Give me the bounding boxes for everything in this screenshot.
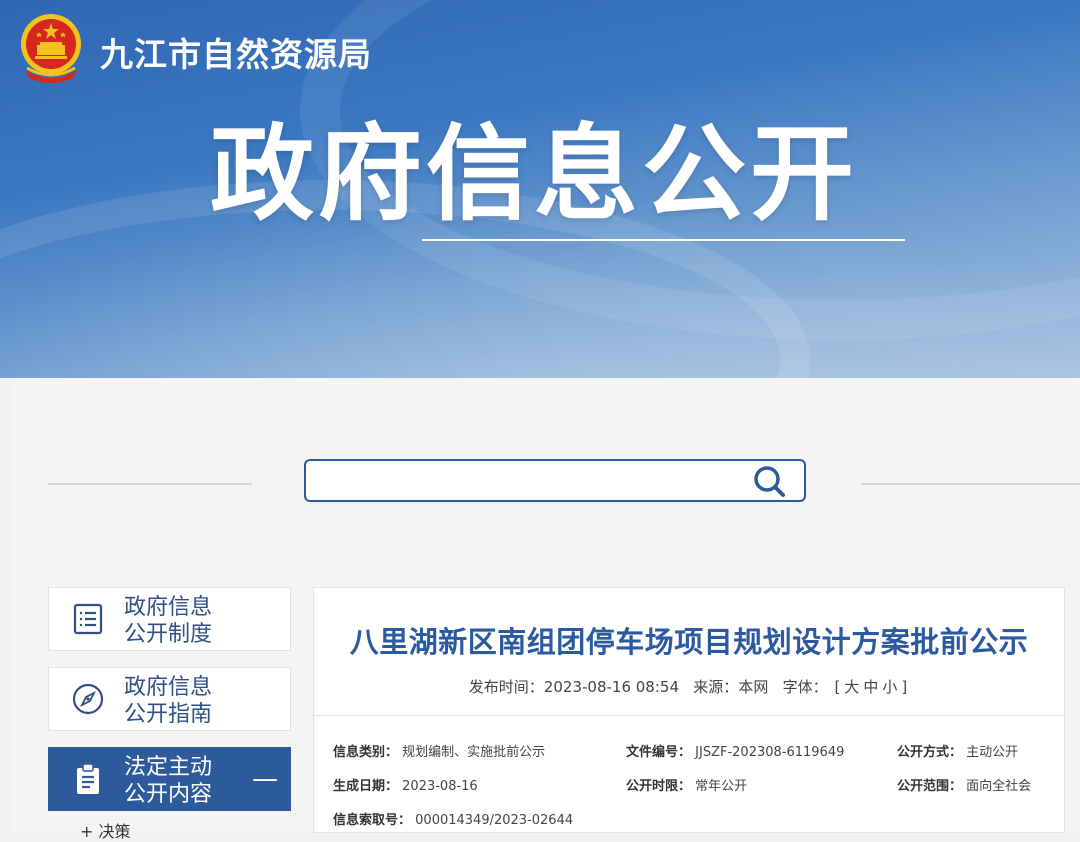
clipboard-icon <box>77 763 99 794</box>
sidebar-item-label: 政府信息 公开制度 <box>124 595 213 647</box>
sidebar-item-label: 政府信息 公开指南 <box>124 675 213 727</box>
article-panel: 八里湖新区南组团停车场项目规划设计方案批前公示 发布时间：2023-08-16 … <box>313 587 1065 833</box>
divider-right <box>861 483 1080 485</box>
collapse-toggle[interactable]: — <box>252 764 278 794</box>
compass-icon <box>72 683 104 715</box>
national-emblem-icon <box>21 14 81 83</box>
font-label: 字体： <box>782 678 828 696</box>
font-small-button[interactable]: 小 <box>882 678 897 696</box>
info-period: 公开时限： 常年公开 <box>626 779 748 794</box>
sidebar-item-statutory-content[interactable]: 法定主动 公开内容 — <box>48 747 291 811</box>
source-value: 本网 <box>738 678 769 696</box>
hero-title: 政府信息公开 <box>210 113 859 235</box>
sidebar-item-disclosure-system[interactable]: 政府信息 公开制度 <box>48 587 291 651</box>
divider-left <box>48 483 252 485</box>
site-title[interactable]: 九江市自然资源局 <box>100 28 372 76</box>
search-icon[interactable] <box>749 462 789 500</box>
info-category: 信息类别： 规划编制、实施批前公示 <box>333 745 546 760</box>
article-title: 八里湖新区南组团停车场项目规划设计方案批前公示 <box>349 625 1029 659</box>
hero-underline <box>422 239 905 241</box>
source-label: 来源： <box>693 678 739 696</box>
sidebar-item-label: 法定主动 公开内容 <box>124 755 213 807</box>
publish-time: 2023-08-16 08:54 <box>543 678 679 696</box>
info-doc-no: 文件编号： JJSZF-202308-6119649 <box>626 745 845 760</box>
article-meta: 发布时间：2023-08-16 08:54 来源：本网 字体： [大中小] <box>314 676 1064 697</box>
article-divider <box>314 715 1064 716</box>
info-index: 信息索取号： 000014349/2023-02644 <box>333 813 574 828</box>
search-box <box>304 459 806 502</box>
info-scope: 公开范围： 面向全社会 <box>897 779 1032 794</box>
font-large-button[interactable]: 大 <box>844 678 859 696</box>
search-input[interactable] <box>316 467 740 497</box>
sidebar-subitem-decision[interactable]: + 决策 <box>80 818 131 842</box>
sidebar-item-disclosure-guide[interactable]: 政府信息 公开指南 <box>48 667 291 731</box>
header-banner: 九江市自然资源局 政府信息公开 <box>0 0 1080 378</box>
list-icon <box>73 603 103 635</box>
font-bracket-open: [ <box>834 678 841 696</box>
font-bracket-close: ] <box>901 678 908 696</box>
publish-label: 发布时间： <box>468 678 544 696</box>
info-date: 生成日期： 2023-08-16 <box>333 779 478 794</box>
info-method: 公开方式： 主动公开 <box>897 745 1019 760</box>
font-medium-button[interactable]: 中 <box>863 678 878 696</box>
font-size-controls: [大中小] <box>832 678 909 696</box>
